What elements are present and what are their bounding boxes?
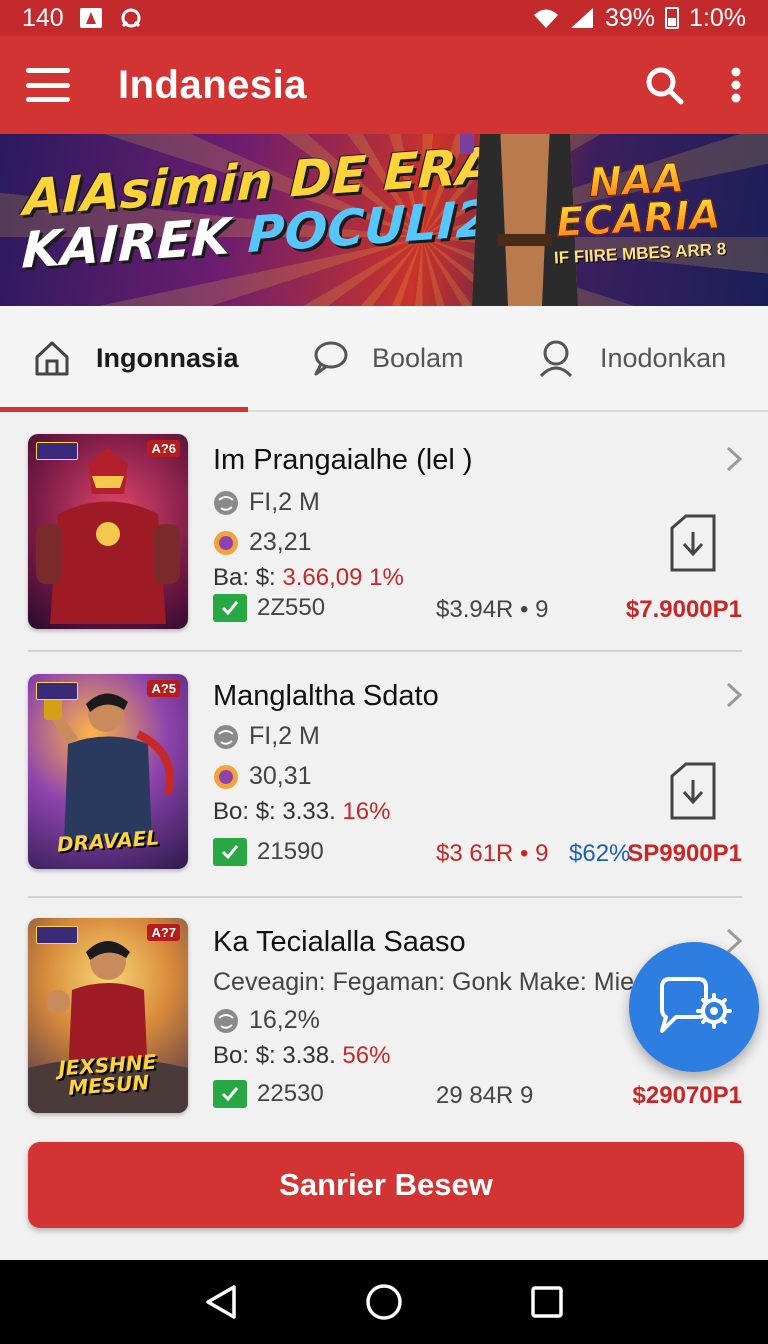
coin-icon [214, 530, 238, 555]
recents-icon[interactable] [527, 1282, 567, 1322]
app-title: Indanesia [118, 62, 308, 107]
chevron-right-icon[interactable] [722, 444, 746, 474]
stat-chip: 22530 [213, 1080, 324, 1108]
verified-icon [213, 1080, 247, 1108]
app-price: Ba: $: 3.66,09 1% [213, 564, 404, 591]
battery-icon [665, 7, 680, 29]
app-price: Bo: $: 3.33. 16% [213, 798, 391, 825]
app-meta-rating: 23,21 [213, 528, 312, 557]
tab-search-label: Inodonkan [600, 342, 727, 373]
list-item[interactable]: A?6 Im Prangaialhe (lel ) FI,2 M 23,21 B… [0, 414, 768, 652]
right-price: $7.9000P1 [625, 596, 742, 623]
app-thumbnail: A?6 [28, 434, 188, 629]
verified-icon [213, 594, 247, 622]
signal-icon [570, 8, 593, 28]
verified-icon [213, 838, 247, 866]
app-title: Manglaltha Sdato [213, 680, 439, 712]
home-icon [35, 341, 69, 376]
mid-value: 29 84R 9 [436, 1082, 534, 1109]
system-nav-bar [0, 1260, 768, 1344]
download-icon[interactable] [668, 514, 718, 572]
tab-chat-label: Boolam [372, 342, 464, 373]
age-badge: A?5 [147, 680, 180, 697]
tab-active-indicator [0, 407, 248, 412]
app-title: Im Prangaialhe (lel ) [213, 444, 473, 476]
app-thumbnail: A?7 JEXSHNE MESUN [28, 918, 188, 1113]
list-item[interactable]: A?5 DRAVAEL Manglaltha Sdato FI,2 M 30,3… [0, 654, 768, 898]
tab-chat[interactable]: Boolam [248, 306, 516, 410]
promo-banner[interactable]: AIAsimin DE ERAN KAIREK POCULI2!! NAA EC… [0, 134, 768, 306]
tab-home[interactable]: Ingonnasia [0, 306, 248, 412]
app-meta-size: FI,2 M [213, 722, 320, 751]
tab-home-label: Ingonnasia [96, 342, 239, 373]
thumbnail-tag [36, 682, 78, 700]
tab-bar: Ingonnasia Boolam Inodonkan [0, 306, 768, 412]
chat-settings-icon [660, 977, 732, 1033]
app-meta-size: 16,2% [213, 1006, 320, 1035]
mid-value: $3 61R • 9 [436, 840, 549, 867]
tab-search[interactable]: Inodonkan [516, 306, 768, 410]
age-badge: A?6 [147, 440, 180, 457]
app-meta-rating: 30,31 [213, 762, 312, 791]
sync-icon [121, 8, 141, 28]
app-subtitle: Ceveagin: Fegaman: Gonk Make: Mie [213, 968, 635, 996]
stat-chip: 2Z550 [213, 594, 325, 622]
more-vert-icon[interactable] [730, 67, 742, 103]
menu-icon[interactable] [26, 68, 70, 102]
thumbnail-tag [36, 926, 78, 944]
status-time: 140 [22, 3, 64, 32]
globe-icon [214, 724, 238, 749]
divider [28, 896, 742, 898]
search-icon [539, 340, 573, 378]
right-price: $29070P1 [632, 1082, 742, 1109]
chat-settings-fab[interactable] [629, 942, 759, 1072]
status-bar: 140 39% 1:0% [0, 0, 768, 36]
thumbnail-tag [36, 442, 78, 460]
wifi-icon [533, 9, 558, 28]
status-clock: 1:0% [689, 3, 746, 32]
globe-icon [214, 1008, 238, 1033]
notification-icon [79, 8, 102, 28]
right-price: SP9900P1 [627, 840, 742, 867]
globe-icon [214, 490, 238, 515]
back-icon[interactable] [201, 1282, 241, 1322]
chevron-right-icon[interactable] [722, 680, 746, 710]
primary-action-button[interactable]: Sanrier Besew [28, 1142, 744, 1228]
app-price: Bo: $: 3.38. 56% [213, 1042, 391, 1069]
coin-icon [214, 764, 238, 789]
app-thumbnail: A?5 DRAVAEL [28, 674, 188, 869]
mid-value: $3.94R • 9 [436, 596, 549, 623]
app-meta-size: FI,2 M [213, 488, 320, 517]
download-icon[interactable] [668, 762, 718, 820]
chat-bubble-icon [314, 341, 348, 376]
home-circle-icon[interactable] [364, 1282, 404, 1322]
mid-value-percent: $62% [569, 840, 631, 867]
app-bar: Indanesia [0, 36, 768, 134]
app-title: Ka Tecialalla Saaso [213, 926, 466, 958]
battery-percent: 39% [604, 3, 656, 32]
search-icon[interactable] [644, 65, 684, 105]
divider [28, 650, 742, 652]
banner-badge: NAA ECARIA IF FIIRE MBES ARR 8 [545, 155, 730, 268]
stat-chip: 21590 [213, 838, 324, 866]
age-badge: A?7 [147, 924, 180, 941]
